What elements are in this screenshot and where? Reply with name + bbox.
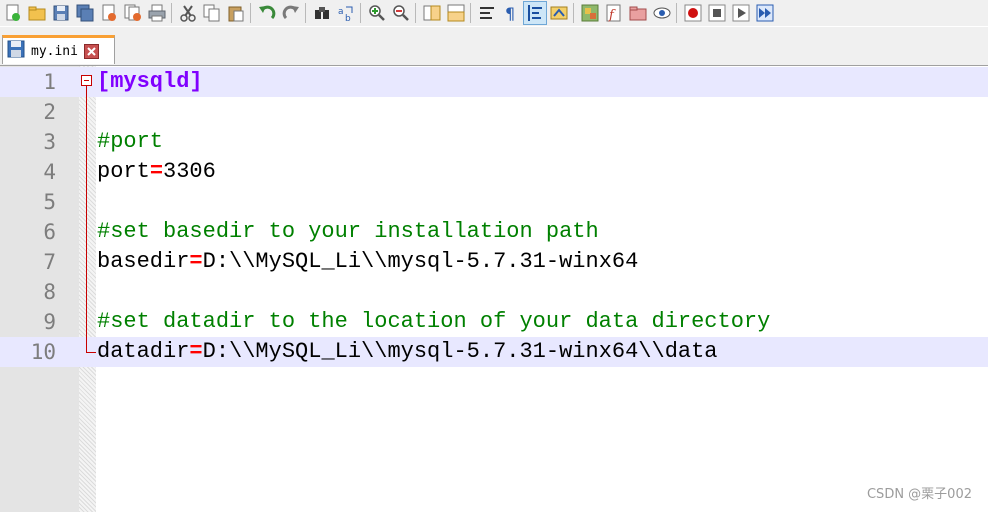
toolbar: ab ¶ f — [0, 0, 988, 26]
line-number: 5 — [43, 190, 56, 214]
close-icon[interactable] — [98, 2, 120, 24]
paste-icon[interactable] — [225, 2, 247, 24]
toolbar-separator — [573, 3, 574, 23]
code-text: [mysqld] — [97, 67, 203, 97]
save-all-icon[interactable] — [74, 2, 96, 24]
assignment-operator: = — [189, 339, 203, 364]
editor-line[interactable]: 6 #set basedir to your installation path — [0, 217, 988, 247]
watermark: CSDN @栗子002 — [866, 487, 972, 502]
undo-icon[interactable] — [256, 2, 278, 24]
show-all-characters-icon[interactable]: ¶ — [500, 2, 522, 24]
text-editor[interactable]: 1 [mysqld] 2 3 #port 4 port=3306 5 6 #se… — [0, 66, 988, 512]
monitoring-icon[interactable] — [651, 2, 673, 24]
svg-text:¶: ¶ — [505, 4, 515, 22]
sync-vertical-icon[interactable] — [421, 2, 443, 24]
section-header: [mysqld] — [97, 69, 203, 94]
editor-line[interactable]: 4 port=3306 — [0, 157, 988, 187]
toolbar-separator — [171, 3, 172, 23]
config-value: 3306 — [163, 159, 216, 184]
user-language-icon[interactable] — [548, 2, 570, 24]
editor-line[interactable]: 9 #set datadir to the location of your d… — [0, 307, 988, 337]
redo-icon[interactable] — [280, 2, 302, 24]
config-value: D:\\MySQL_Li\\mysql-5.7.31-winx64 — [202, 249, 639, 274]
editor-line[interactable]: 3 #port — [0, 127, 988, 157]
toolbar-separator — [415, 3, 416, 23]
zoom-in-icon[interactable] — [366, 2, 388, 24]
line-number: 7 — [43, 250, 56, 274]
editor-line[interactable]: 8 — [0, 277, 988, 307]
line-number: 6 — [43, 220, 56, 244]
toolbar-separator — [305, 3, 306, 23]
tab-bar: my.ini — [0, 27, 988, 66]
code-text: basedir=D:\\MySQL_Li\\mysql-5.7.31-winx6… — [97, 247, 638, 277]
fold-toggle-icon[interactable] — [81, 75, 92, 86]
toolbar-separator — [250, 3, 251, 23]
code-text: port=3306 — [97, 157, 216, 187]
config-key: basedir — [97, 249, 190, 274]
editor-line-current[interactable]: 10 datadir=D:\\MySQL_Li\\mysql-5.7.31-wi… — [0, 337, 988, 367]
comment: #set datadir to the location of your dat… — [97, 309, 771, 334]
close-tab-icon[interactable] — [83, 43, 99, 59]
line-number: 9 — [43, 310, 56, 334]
config-key: datadir — [97, 339, 190, 364]
code-text: datadir=D:\\MySQL_Li\\mysql-5.7.31-winx6… — [97, 337, 718, 367]
sync-horizontal-icon[interactable] — [445, 2, 467, 24]
folder-as-workspace-icon[interactable] — [627, 2, 649, 24]
tab-label: my.ini — [31, 43, 78, 59]
word-wrap-icon[interactable] — [476, 2, 498, 24]
config-value: D:\\MySQL_Li\\mysql-5.7.31-winx64\\data — [202, 339, 718, 364]
save-icon[interactable] — [50, 2, 72, 24]
toolbar-separator — [470, 3, 471, 23]
new-file-icon[interactable] — [2, 2, 24, 24]
replace-icon[interactable]: ab — [335, 2, 357, 24]
copy-icon[interactable] — [201, 2, 223, 24]
assignment-operator: = — [149, 159, 164, 184]
code-text: #set basedir to your installation path — [97, 217, 599, 247]
playback-macro-icon[interactable] — [730, 2, 752, 24]
close-all-icon[interactable] — [122, 2, 144, 24]
find-icon[interactable] — [311, 2, 333, 24]
zoom-out-icon[interactable] — [390, 2, 412, 24]
line-number: 3 — [43, 130, 56, 154]
line-number: 8 — [43, 280, 56, 304]
cut-icon[interactable] — [177, 2, 199, 24]
code-text: #port — [97, 127, 163, 157]
toolbar-separator — [676, 3, 677, 23]
editor-line[interactable]: 7 basedir=D:\\MySQL_Li\\mysql-5.7.31-win… — [0, 247, 988, 277]
editor-line[interactable]: 1 [mysqld] — [0, 67, 988, 97]
config-key: port — [97, 159, 150, 184]
indent-guide-icon[interactable] — [523, 1, 547, 25]
editor-line[interactable]: 5 — [0, 187, 988, 217]
toolbar-separator — [360, 3, 361, 23]
svg-text:a: a — [338, 7, 344, 17]
comment: #port — [97, 129, 164, 154]
tab-my-ini[interactable]: my.ini — [2, 35, 115, 64]
run-macro-multiple-icon[interactable] — [754, 2, 776, 24]
assignment-operator: = — [189, 249, 203, 274]
editor-line[interactable]: 2 — [0, 97, 988, 127]
line-number: 1 — [43, 70, 56, 94]
function-list-icon[interactable]: f — [603, 2, 625, 24]
document-map-icon[interactable] — [579, 2, 601, 24]
open-file-icon[interactable] — [26, 2, 48, 24]
fold-line — [86, 86, 87, 352]
print-icon[interactable] — [146, 2, 168, 24]
stop-recording-icon[interactable] — [706, 2, 728, 24]
line-number: 4 — [43, 160, 56, 184]
svg-text:b: b — [345, 14, 351, 22]
code-text: #set datadir to the location of your dat… — [97, 307, 770, 337]
fold-end-marker — [86, 352, 96, 353]
line-number: 10 — [30, 340, 56, 364]
comment: #set basedir to your installation path — [97, 219, 599, 244]
record-macro-icon[interactable] — [682, 2, 704, 24]
save-icon — [7, 40, 25, 62]
line-number: 2 — [43, 100, 56, 124]
